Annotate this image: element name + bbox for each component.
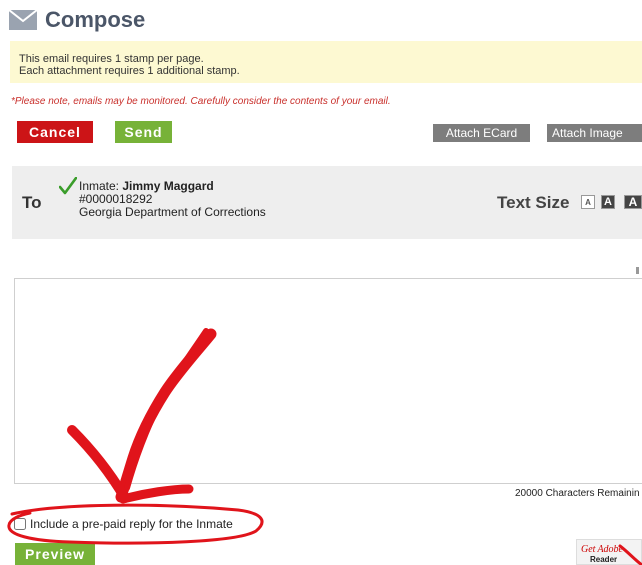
annotation-arrow-head-right — [118, 484, 194, 504]
inmate-prefix: Inmate: — [79, 179, 123, 193]
checkmark-icon — [59, 177, 77, 195]
text-size-label: Text Size — [497, 193, 570, 212]
prepaid-reply-label: Include a pre-paid reply for the Inmate — [30, 517, 233, 531]
adobe-reader: Reader — [590, 555, 618, 564]
stamp-notice: This email requires 1 stamp per page. Ea… — [10, 41, 642, 83]
text-size-small-button[interactable]: A — [581, 195, 595, 209]
characters-remaining: 20000 Characters Remainin — [515, 488, 640, 499]
prepaid-reply-option[interactable]: Include a pre-paid reply for the Inmate — [14, 517, 233, 531]
inmate-facility: Georgia Department of Corrections — [79, 205, 266, 219]
cancel-button[interactable]: Cancel — [17, 121, 93, 143]
page-title: Compose — [45, 7, 146, 32]
notice-line-1: This email requires 1 stamp per page. — [19, 53, 204, 65]
attach-ecard-button[interactable]: Attach ECard — [433, 124, 530, 142]
page-header: Compose — [9, 6, 145, 34]
text-size-medium-button[interactable]: A — [601, 195, 615, 209]
message-body-textarea[interactable] — [14, 278, 642, 484]
prepaid-reply-checkbox[interactable] — [14, 518, 26, 530]
monitoring-warning: *Please note, emails may be monitored. C… — [11, 96, 391, 107]
adobe-wordmark: Adobe — [597, 544, 623, 555]
preview-button[interactable]: Preview — [15, 543, 95, 565]
to-label: To — [22, 193, 42, 212]
resize-marker — [636, 267, 639, 274]
send-button[interactable]: Send — [115, 121, 172, 143]
notice-line-2: Each attachment requires 1 additional st… — [19, 65, 240, 77]
text-size-large-button[interactable]: A — [624, 195, 642, 209]
inmate-info: Inmate: Jimmy Maggard #0000018292 Georgi… — [79, 180, 266, 219]
envelope-icon — [9, 10, 37, 30]
get-adobe-reader-badge[interactable]: Get Adobe Reader — [576, 539, 642, 565]
adobe-get: Get — [581, 544, 596, 555]
attach-image-button[interactable]: Attach Image — [547, 124, 642, 142]
inmate-name: Jimmy Maggard — [122, 179, 214, 193]
